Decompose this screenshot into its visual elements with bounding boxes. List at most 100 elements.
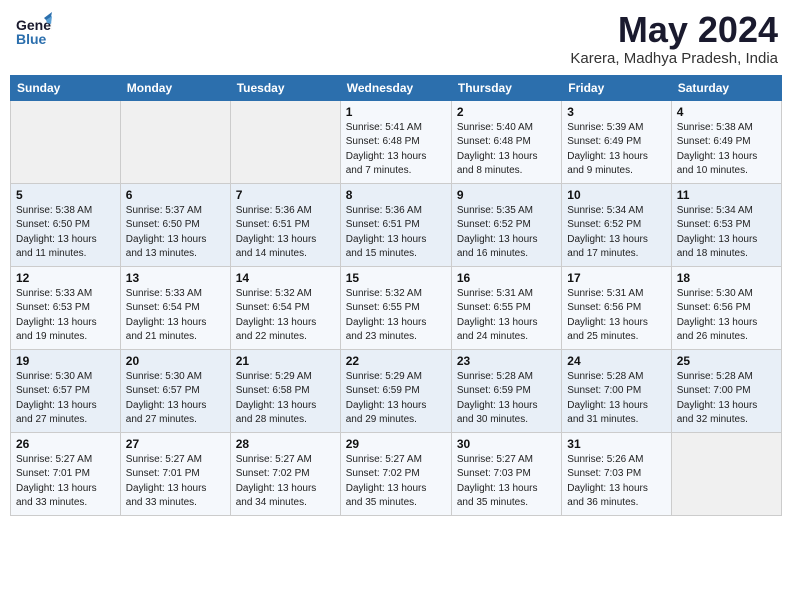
calendar-cell: 19 Sunrise: 5:30 AMSunset: 6:57 PMDayligh… [11,349,121,432]
day-number: 21 [236,354,335,368]
calendar-header-monday: Monday [120,75,230,100]
day-number: 4 [677,105,776,119]
day-info: Sunrise: 5:34 AMSunset: 6:52 PMDaylight:… [567,204,665,262]
day-info: Sunrise: 5:38 AMSunset: 6:50 PMDaylight:… [16,204,115,262]
day-number: 20 [126,354,225,368]
day-info: Sunrise: 5:39 AMSunset: 6:49 PMDaylight:… [567,121,665,179]
day-info: Sunrise: 5:30 AMSunset: 6:56 PMDaylight:… [677,287,776,345]
day-number: 1 [346,105,446,119]
day-info: Sunrise: 5:41 AMSunset: 6:48 PMDaylight:… [346,121,446,179]
day-number: 7 [236,188,335,202]
calendar-cell: 3 Sunrise: 5:39 AMSunset: 6:49 PMDaylight… [562,100,671,183]
day-number: 18 [677,271,776,285]
day-number: 30 [457,437,556,451]
calendar-cell: 4 Sunrise: 5:38 AMSunset: 6:49 PMDaylight… [671,100,781,183]
day-info: Sunrise: 5:30 AMSunset: 6:57 PMDaylight:… [16,370,115,428]
day-number: 10 [567,188,665,202]
calendar-cell: 15Sunrise: 5:32 AMSunset: 6:55 PMDayligh… [340,266,451,349]
day-number: 8 [346,188,446,202]
calendar-cell [120,100,230,183]
calendar-cell: 24 Sunrise: 5:28 AMSunset: 7:00 PMDayligh… [562,349,671,432]
day-number: 13 [126,271,225,285]
day-info: Sunrise: 5:35 AMSunset: 6:52 PMDaylight:… [457,204,556,262]
logo: General Blue [14,10,52,48]
calendar-cell: 9Sunrise: 5:35 AMSunset: 6:52 PMDaylight… [451,183,561,266]
day-info: Sunrise: 5:30 AMSunset: 6:57 PMDaylight:… [126,370,225,428]
day-number: 15 [346,271,446,285]
day-info: Sunrise: 5:32 AMSunset: 6:54 PMDaylight:… [236,287,335,345]
day-number: 23 [457,354,556,368]
day-number: 6 [126,188,225,202]
day-number: 17 [567,271,665,285]
day-number: 19 [16,354,115,368]
day-number: 3 [567,105,665,119]
page-header: General Blue May 2024 Karera, Madhya Pra… [10,10,782,67]
calendar-week-1: 1 Sunrise: 5:41 AMSunset: 6:48 PMDaylight… [11,100,782,183]
calendar-cell: 28Sunrise: 5:27 AMSunset: 7:02 PMDayligh… [230,432,340,515]
calendar-cell: 14 Sunrise: 5:32 AMSunset: 6:54 PMDayligh… [230,266,340,349]
day-number: 31 [567,437,665,451]
calendar-cell [671,432,781,515]
svg-text:Blue: Blue [16,31,47,47]
calendar-cell: 8 Sunrise: 5:36 AMSunset: 6:51 PMDaylight… [340,183,451,266]
day-info: Sunrise: 5:40 AMSunset: 6:48 PMDaylight:… [457,121,556,179]
day-info: Sunrise: 5:37 AMSunset: 6:50 PMDaylight:… [126,204,225,262]
day-info: Sunrise: 5:33 AMSunset: 6:54 PMDaylight:… [126,287,225,345]
calendar-body: 1 Sunrise: 5:41 AMSunset: 6:48 PMDaylight… [11,100,782,515]
day-info: Sunrise: 5:27 AMSunset: 7:02 PMDaylight:… [236,453,335,511]
calendar-cell: 25Sunrise: 5:28 AMSunset: 7:00 PMDayligh… [671,349,781,432]
day-number: 24 [567,354,665,368]
calendar-header-saturday: Saturday [671,75,781,100]
calendar-cell [230,100,340,183]
day-number: 11 [677,188,776,202]
calendar-header-wednesday: Wednesday [340,75,451,100]
day-number: 14 [236,271,335,285]
calendar-cell: 29Sunrise: 5:27 AMSunset: 7:02 PMDayligh… [340,432,451,515]
calendar-cell: 18 Sunrise: 5:30 AMSunset: 6:56 PMDayligh… [671,266,781,349]
day-info: Sunrise: 5:31 AMSunset: 6:55 PMDaylight:… [457,287,556,345]
day-info: Sunrise: 5:28 AMSunset: 6:59 PMDaylight:… [457,370,556,428]
calendar-header-tuesday: Tuesday [230,75,340,100]
calendar-cell: 12Sunrise: 5:33 AMSunset: 6:53 PMDayligh… [11,266,121,349]
calendar-cell: 7 Sunrise: 5:36 AMSunset: 6:51 PMDaylight… [230,183,340,266]
location-subtitle: Karera, Madhya Pradesh, India [570,50,778,67]
calendar-header-thursday: Thursday [451,75,561,100]
day-info: Sunrise: 5:36 AMSunset: 6:51 PMDaylight:… [346,204,446,262]
day-info: Sunrise: 5:34 AMSunset: 6:53 PMDaylight:… [677,204,776,262]
title-block: May 2024 Karera, Madhya Pradesh, India [570,10,778,67]
calendar-cell: 26Sunrise: 5:27 AMSunset: 7:01 PMDayligh… [11,432,121,515]
day-info: Sunrise: 5:28 AMSunset: 7:00 PMDaylight:… [567,370,665,428]
calendar-header-sunday: Sunday [11,75,121,100]
day-info: Sunrise: 5:38 AMSunset: 6:49 PMDaylight:… [677,121,776,179]
calendar-header-friday: Friday [562,75,671,100]
day-info: Sunrise: 5:28 AMSunset: 7:00 PMDaylight:… [677,370,776,428]
calendar-cell: 23 Sunrise: 5:28 AMSunset: 6:59 PMDayligh… [451,349,561,432]
calendar-cell: 5Sunrise: 5:38 AMSunset: 6:50 PMDaylight… [11,183,121,266]
calendar-week-3: 12Sunrise: 5:33 AMSunset: 6:53 PMDayligh… [11,266,782,349]
day-number: 22 [346,354,446,368]
calendar-cell: 10 Sunrise: 5:34 AMSunset: 6:52 PMDayligh… [562,183,671,266]
calendar-cell: 1 Sunrise: 5:41 AMSunset: 6:48 PMDaylight… [340,100,451,183]
calendar-cell: 30Sunrise: 5:27 AMSunset: 7:03 PMDayligh… [451,432,561,515]
day-info: Sunrise: 5:29 AMSunset: 6:59 PMDaylight:… [346,370,446,428]
calendar-cell: 16Sunrise: 5:31 AMSunset: 6:55 PMDayligh… [451,266,561,349]
calendar-week-2: 5Sunrise: 5:38 AMSunset: 6:50 PMDaylight… [11,183,782,266]
calendar-cell: 6 Sunrise: 5:37 AMSunset: 6:50 PMDaylight… [120,183,230,266]
calendar-cell: 27Sunrise: 5:27 AMSunset: 7:01 PMDayligh… [120,432,230,515]
day-info: Sunrise: 5:33 AMSunset: 6:53 PMDaylight:… [16,287,115,345]
calendar-week-5: 26Sunrise: 5:27 AMSunset: 7:01 PMDayligh… [11,432,782,515]
calendar-week-4: 19 Sunrise: 5:30 AMSunset: 6:57 PMDayligh… [11,349,782,432]
day-info: Sunrise: 5:29 AMSunset: 6:58 PMDaylight:… [236,370,335,428]
calendar-cell: 2 Sunrise: 5:40 AMSunset: 6:48 PMDaylight… [451,100,561,183]
day-info: Sunrise: 5:26 AMSunset: 7:03 PMDaylight:… [567,453,665,511]
calendar-cell: 20 Sunrise: 5:30 AMSunset: 6:57 PMDayligh… [120,349,230,432]
day-info: Sunrise: 5:36 AMSunset: 6:51 PMDaylight:… [236,204,335,262]
day-number: 27 [126,437,225,451]
calendar-cell: 13 Sunrise: 5:33 AMSunset: 6:54 PMDayligh… [120,266,230,349]
day-info: Sunrise: 5:27 AMSunset: 7:01 PMDaylight:… [16,453,115,511]
calendar-cell: 17 Sunrise: 5:31 AMSunset: 6:56 PMDayligh… [562,266,671,349]
day-number: 2 [457,105,556,119]
calendar-header-row: SundayMondayTuesdayWednesdayThursdayFrid… [11,75,782,100]
calendar-cell: 31 Sunrise: 5:26 AMSunset: 7:03 PMDayligh… [562,432,671,515]
day-info: Sunrise: 5:31 AMSunset: 6:56 PMDaylight:… [567,287,665,345]
